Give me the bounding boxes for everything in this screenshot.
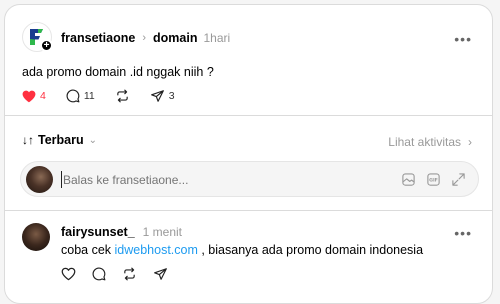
- share-count: 3: [168, 90, 175, 102]
- sort-dropdown[interactable]: ↓↑ Terbaru ⌄: [22, 133, 97, 147]
- comment-text-after: , biasanya ada promo domain indonesia: [197, 243, 424, 257]
- expand-icon[interactable]: [451, 172, 466, 192]
- sort-label: Terbaru: [38, 133, 84, 147]
- current-user-avatar: [26, 166, 53, 193]
- comment-icon[interactable]: [92, 267, 106, 286]
- share-icon: [150, 90, 164, 102]
- comment-count: 11: [83, 90, 95, 102]
- view-activity-link[interactable]: Lihat aktivitas ›: [388, 135, 472, 149]
- repost-button[interactable]: [115, 89, 130, 103]
- comment-avatar[interactable]: [22, 223, 50, 251]
- divider: [5, 115, 492, 116]
- more-icon[interactable]: •••: [454, 31, 472, 47]
- comment-username[interactable]: fairysunset_: [61, 225, 135, 239]
- original-post: + fransetiaone › domain 1hari ••• ada pr…: [5, 5, 492, 117]
- reply-tools: GIF: [391, 172, 466, 192]
- like-count: 4: [40, 90, 46, 102]
- svg-text:GIF: GIF: [429, 178, 438, 184]
- sort-icon: ↓↑: [22, 133, 34, 147]
- reply-composer: GIF: [20, 161, 479, 197]
- follow-plus-icon[interactable]: +: [40, 39, 53, 52]
- post-header: fransetiaone › domain 1hari: [61, 30, 230, 46]
- thread-card: + fransetiaone › domain 1hari ••• ada pr…: [4, 4, 493, 304]
- repost-icon[interactable]: [122, 267, 137, 286]
- post-topic[interactable]: domain: [153, 31, 197, 45]
- chevron-down-icon: ⌄: [88, 134, 98, 146]
- comment-text-before: coba cek: [61, 243, 115, 257]
- more-icon[interactable]: •••: [454, 225, 472, 241]
- comment-button[interactable]: 11: [66, 89, 95, 103]
- image-icon[interactable]: [401, 172, 416, 192]
- comment-time: 1 menit: [142, 225, 183, 239]
- chevron-right-icon: ›: [468, 135, 472, 149]
- share-icon[interactable]: [153, 267, 168, 286]
- heart-icon[interactable]: [61, 267, 76, 286]
- comment-link[interactable]: idwebhost.com: [115, 243, 198, 257]
- post-time: 1hari: [203, 31, 231, 45]
- repost-icon: [117, 89, 128, 103]
- comment-actions: [61, 267, 184, 286]
- heart-icon: [22, 90, 36, 102]
- comment-text: coba cek idwebhost.com , biasanya ada pr…: [61, 243, 423, 257]
- post-username[interactable]: fransetiaone: [61, 31, 135, 45]
- post-text: ada promo domain .id nggak niih ?: [22, 65, 214, 79]
- chevron-right-icon: ›: [142, 32, 147, 44]
- post-actions: 4 11 3: [22, 87, 189, 105]
- comment-icon: [66, 89, 80, 103]
- share-button[interactable]: 3: [150, 89, 175, 103]
- comment-header: fairysunset_ 1 menit: [61, 225, 182, 239]
- divider: [5, 210, 492, 211]
- activity-label: Lihat aktivitas: [388, 135, 461, 149]
- reply-input[interactable]: [61, 171, 381, 188]
- like-button[interactable]: 4: [22, 90, 46, 103]
- gif-icon[interactable]: GIF: [426, 172, 441, 192]
